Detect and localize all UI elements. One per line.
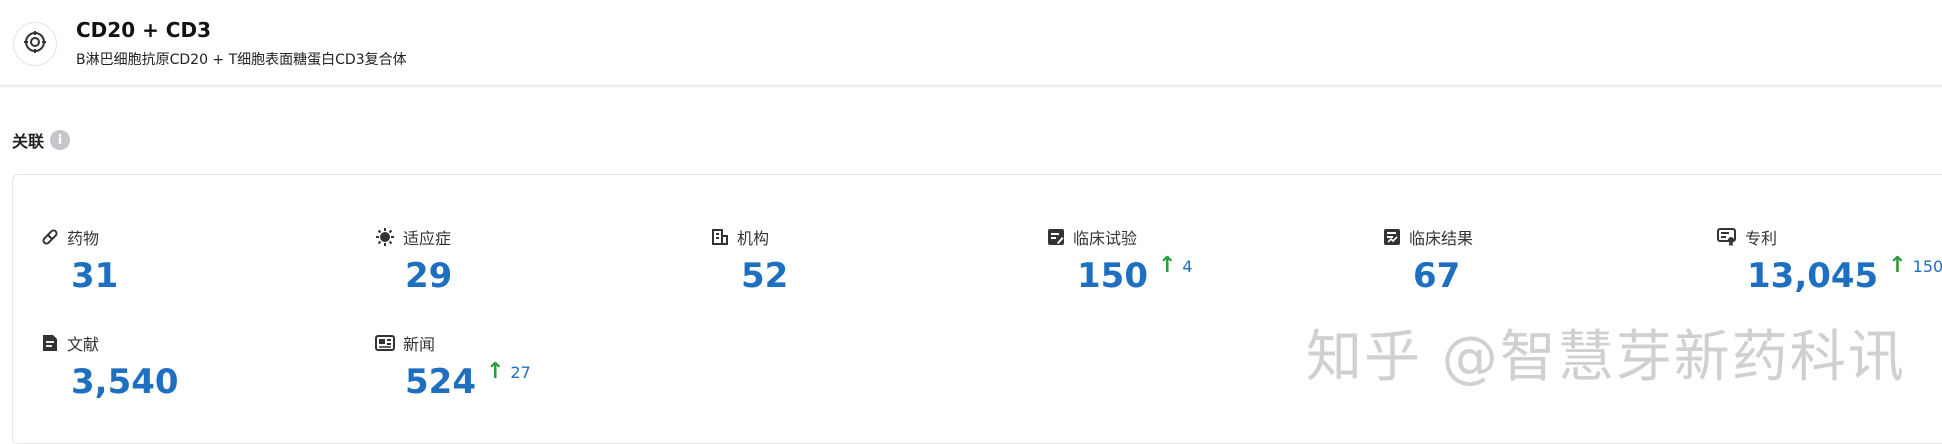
stat-label-patents: 专利 — [1745, 229, 1778, 248]
stat-label-indications: 适应症 — [403, 229, 452, 248]
stat-label-clinical-trials: 临床试验 — [1073, 229, 1138, 248]
stat-literature[interactable]: 文献 3,540 — [41, 331, 179, 399]
stat-clinical-results[interactable]: 临床结果 67 — [1383, 225, 1473, 293]
watermark: 知乎 @智慧芽新药科讯 — [1306, 325, 1906, 390]
up-arrow-icon: ↑ — [1157, 253, 1177, 278]
info-icon[interactable]: i — [50, 130, 71, 150]
delta-value-clinical-trials: 4 — [1182, 257, 1193, 276]
associations-panel: 药物 31 适应症 29 机构 52 临床试验 150 ↑ 4 临床结果 67 … — [12, 174, 1942, 444]
stat-organizations[interactable]: 机构 52 — [711, 225, 788, 293]
section-heading: 关联 i — [12, 128, 71, 152]
pill-icon — [41, 228, 59, 246]
target-icon — [23, 30, 47, 58]
up-arrow-icon: ↑ — [1888, 253, 1907, 278]
stat-indications[interactable]: 适应症 29 — [375, 225, 452, 293]
up-arrow-icon: ↑ — [485, 359, 505, 384]
stat-label-literature: 文献 — [67, 335, 100, 354]
stat-label-organizations: 机构 — [737, 229, 770, 248]
virus-icon — [375, 227, 395, 247]
stat-value-patents[interactable]: 13,045 — [1747, 259, 1878, 293]
stat-value-organizations[interactable]: 52 — [741, 259, 788, 293]
patent-icon — [1717, 227, 1737, 247]
document-icon — [41, 334, 59, 352]
delta-value-patents: 150 — [1912, 257, 1942, 276]
delta-patents: ↑ 150 — [1888, 255, 1942, 277]
stat-news[interactable]: 新闻 524 ↑ 27 — [375, 331, 531, 399]
stat-clinical-trials[interactable]: 临床试验 150 ↑ 4 — [1047, 225, 1193, 293]
delta-value-news: 27 — [510, 363, 531, 382]
header-bar: CD20 + CD3 B淋巴细胞抗原CD20 + T细胞表面糖蛋白CD3复合体 — [0, 0, 1942, 86]
stat-label-news: 新闻 — [403, 335, 436, 354]
clinical-trial-icon — [1047, 228, 1065, 246]
stat-value-clinical-results[interactable]: 67 — [1413, 259, 1460, 293]
stat-value-clinical-trials[interactable]: 150 — [1077, 259, 1148, 293]
stat-label-clinical-results: 临床结果 — [1409, 229, 1474, 248]
target-subtitle: B淋巴细胞抗原CD20 + T细胞表面糖蛋白CD3复合体 — [76, 52, 407, 68]
delta-news: ↑ 27 — [486, 361, 531, 383]
stat-value-literature[interactable]: 3,540 — [71, 365, 179, 399]
clinical-result-icon — [1383, 228, 1401, 246]
delta-clinical-trials: ↑ 4 — [1158, 255, 1193, 277]
stat-drugs[interactable]: 药物 31 — [41, 225, 118, 293]
stat-patents[interactable]: 专利 13,045 ↑ 150 — [1717, 225, 1942, 293]
building-icon — [711, 228, 729, 246]
stat-label-drugs: 药物 — [67, 229, 100, 248]
stat-value-indications[interactable]: 29 — [405, 259, 452, 293]
stat-value-drugs[interactable]: 31 — [71, 259, 118, 293]
news-icon — [375, 334, 395, 352]
target-badge — [13, 22, 57, 66]
stat-value-news[interactable]: 524 — [405, 365, 476, 399]
section-title-text: 关联 — [12, 132, 45, 151]
target-title: CD20 + CD3 — [76, 18, 211, 42]
